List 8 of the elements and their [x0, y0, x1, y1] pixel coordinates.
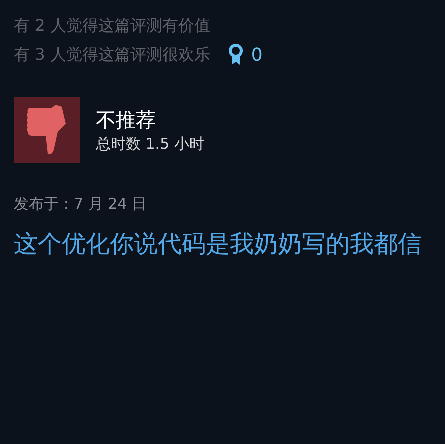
award-ribbon-icon [228, 44, 244, 66]
posted-date: 发布于：7 月 24 日 [14, 195, 148, 214]
review-text: 这个优化你说代码是我奶奶写的我都信 [14, 229, 423, 260]
playtime-text: 总时数 1.5 小时 [96, 134, 204, 154]
review-verdict: 不推荐 [96, 107, 157, 134]
helpful-count-text: 有 3 人觉得这篇评测很欢乐 [14, 44, 210, 66]
helpful-count-text: 有 2 人觉得这篇评测有价值 [14, 16, 210, 36]
award-count: 0 [251, 44, 263, 66]
